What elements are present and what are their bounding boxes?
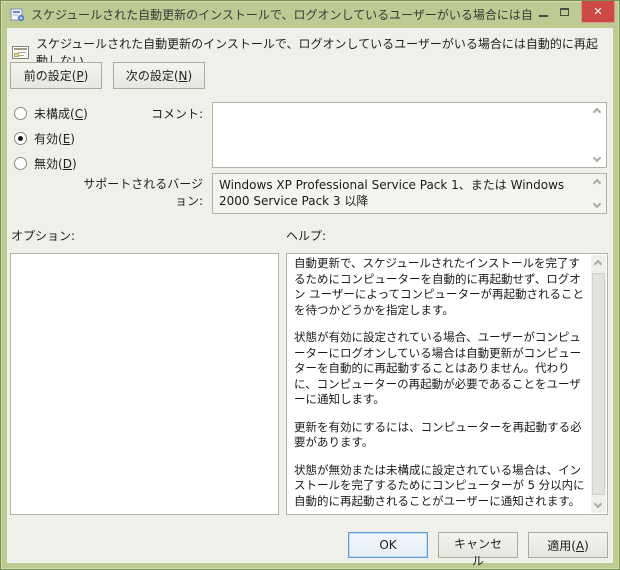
help-scrollbar[interactable] [591,255,606,513]
supported-on-value: Windows XP Professional Service Pack 1、ま… [219,178,569,208]
scroll-down-icon[interactable] [593,499,603,509]
options-panel [10,253,279,515]
radio-button-icon [14,131,27,145]
radio-not-configured-label: 未構成(C) [34,106,88,121]
scroll-up-icon[interactable] [593,259,603,269]
radio-disabled[interactable]: 無効(D) [14,156,88,171]
radio-disabled-label: 無効(D) [34,156,77,171]
apply-button[interactable]: 適用(A) [528,532,608,558]
cancel-button[interactable]: キャンセル [438,532,518,568]
minimize-button[interactable] [533,1,554,23]
comment-box [212,102,607,168]
radio-button-icon [14,156,27,170]
close-icon: ✕ [593,5,603,18]
supported-on-scrollbar[interactable] [590,174,606,213]
maximize-button[interactable] [554,1,575,23]
scrollbar-thumb[interactable] [592,273,605,495]
close-button[interactable]: ✕ [581,1,615,23]
next-setting-button[interactable]: 次の設定(N) [113,62,205,89]
setting-nav-buttons: 前の設定(P) 次の設定(N) [10,62,205,89]
comment-label: コメント: [150,107,203,121]
ok-button[interactable]: OK [348,532,428,558]
group-policy-icon [10,7,25,22]
window-title: スケジュールされた自動更新のインストールで、ログオンしているユーザーがいる場合に… [31,8,533,22]
minimize-icon [539,15,548,17]
comment-input[interactable] [213,103,606,167]
radio-enabled[interactable]: 有効(E) [14,131,88,146]
help-paragraph: 更新を有効にするには、コンピューターを再起動する必要があります。 [294,419,582,450]
dialog-footer: OK キャンセル 適用(A) [7,532,608,568]
policy-setting-icon [12,45,29,59]
scroll-up-icon[interactable] [592,107,602,117]
maximize-icon [560,8,569,16]
previous-setting-button[interactable]: 前の設定(P) [10,62,102,89]
radio-not-configured[interactable]: 未構成(C) [14,106,88,121]
help-paragraph: 自動更新で、スケジュールされたインストールを完了するためにコンピューターを自動的… [294,256,585,317]
policy-setting-window: スケジュールされた自動更新のインストールで、ログオンしているユーザーがいる場合に… [0,0,620,570]
options-label: オプション: [11,229,76,243]
comment-scrollbar[interactable] [590,103,606,167]
radio-enabled-label: 有効(E) [34,131,75,146]
help-text[interactable]: 自動更新で、スケジュールされたインストールを完了するためにコンピューターを自動的… [287,254,591,514]
radio-button-icon [14,106,27,120]
titlebar[interactable]: スケジュールされた自動更新のインストールで、ログオンしているユーザーがいる場合に… [1,1,619,28]
supported-on-label: サポートされるバージョン: [83,177,203,208]
help-paragraph: 状態が無効または未構成に設定されている場合は、インストールを完了するためにコンピ… [294,462,585,508]
help-label: ヘルプ: [286,229,327,243]
scroll-down-icon[interactable] [592,199,602,209]
help-panel: 自動更新で、スケジュールされたインストールを完了するためにコンピューターを自動的… [286,253,608,515]
state-radio-group: 未構成(C) 有効(E) 無効(D) [14,106,88,181]
supported-on-box[interactable]: Windows XP Professional Service Pack 1、ま… [212,173,607,214]
dialog-client-area: スケジュールされた自動更新のインストールで、ログオンしているユーザーがいる場合に… [7,28,613,568]
scroll-down-icon[interactable] [592,153,602,163]
caption-buttons: ✕ [533,1,619,28]
scroll-up-icon[interactable] [592,178,602,188]
help-paragraph: 状態が有効に設定されている場合、ユーザーがコンピューターにログオンしている場合は… [294,330,582,406]
